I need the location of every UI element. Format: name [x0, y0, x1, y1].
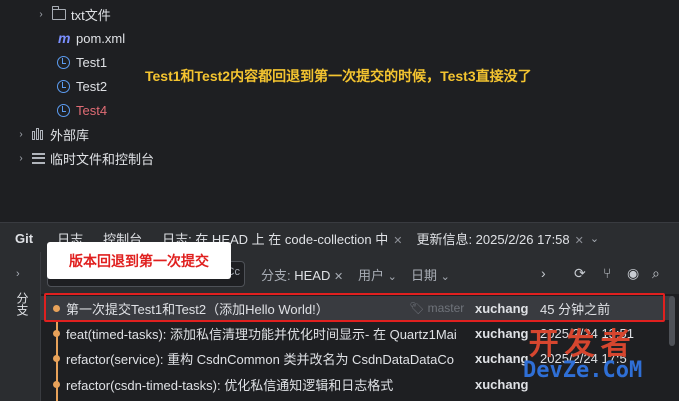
tree-item-txt-folder[interactable]: › txt文件 [36, 3, 111, 25]
commit-message: refactor(service): 重构 CsdnCommon 类并改名为 C… [66, 351, 454, 367]
tree-item-label: Test1 [76, 54, 108, 70]
branches-side-label[interactable]: 分支 [14, 292, 31, 316]
date-filter[interactable]: 日期 ⌄ [411, 265, 450, 284]
tree-item-label: 外部库 [50, 127, 90, 143]
commit-node [53, 329, 60, 337]
maven-icon: m [58, 30, 71, 46]
watermark-cn: 开发者 [528, 328, 637, 361]
branch-filter-value: HEAD [294, 268, 331, 283]
tab-update-info-label: 更新信息: 2025/2/26 17:58 [416, 231, 570, 247]
chevron-down-icon[interactable]: ⌄ [590, 232, 599, 245]
watermark-en: DevZe.CoM [523, 358, 643, 383]
commit-message: refactor(csdn-timed-tasks): 优化私信通知逻辑和日志格… [66, 377, 394, 393]
chevron-right-icon[interactable]: › [16, 153, 26, 164]
chevron-right-icon[interactable]: › [541, 265, 546, 281]
library-icon [32, 128, 45, 140]
tree-item-label: Test2 [76, 78, 108, 94]
close-icon[interactable]: ✕ [334, 271, 343, 283]
cherry-pick-icon[interactable]: ⑂ [603, 265, 611, 281]
scratch-icon [32, 152, 45, 164]
tree-item-pom[interactable]: m pom.xml [58, 27, 125, 49]
annotation-note: Test1和Test2内容都回退到第一次提交的时候，Test3直接没了 [145, 68, 532, 84]
user-filter[interactable]: 用户 ⌄ [358, 265, 397, 284]
annotation-callout: 版本回退到第一次提交 [47, 242, 231, 279]
chevron-right-icon[interactable]: › [16, 268, 20, 280]
search-icon[interactable]: ⌕ [652, 265, 660, 282]
highlight-box [44, 293, 665, 322]
log-scrollbar[interactable] [669, 296, 675, 346]
commit-author: xuchang [475, 376, 529, 392]
test-class-icon [57, 55, 70, 69]
branch-filter[interactable]: 分支: HEAD ✕ [261, 265, 343, 284]
tree-item-label: 临时文件和控制台 [50, 151, 155, 167]
eye-icon[interactable]: ◉ [627, 265, 639, 282]
close-icon[interactable]: ✕ [393, 235, 402, 247]
close-icon[interactable]: ✕ [575, 235, 584, 247]
tree-item-scratches[interactable]: › 临时文件和控制台 [16, 147, 154, 169]
tree-item-label: txt文件 [71, 7, 111, 23]
tree-item-test4[interactable]: Test4 [57, 99, 107, 121]
date-filter-label: 日期 [411, 268, 438, 283]
project-tree: › txt文件 m pom.xml Test1 Test2 Test4 › 外部… [0, 0, 679, 212]
chevron-right-icon[interactable]: › [36, 9, 46, 20]
test-class-icon [57, 103, 70, 117]
watermark-logo: 开发者 DevZe.CoM [523, 330, 642, 382]
branch-filter-label: 分支: [261, 268, 291, 283]
tree-item-label: Test4 [76, 102, 108, 118]
folder-icon [51, 5, 66, 20]
commit-node [53, 380, 60, 388]
tree-item-test2[interactable]: Test2 [57, 75, 107, 97]
user-filter-label: 用户 [358, 268, 385, 283]
commit-message: feat(timed-tasks): 添加私信清理功能并优化时间显示- 在 Qu… [66, 326, 457, 342]
chevron-right-icon[interactable]: › [16, 129, 26, 140]
tree-item-test1[interactable]: Test1 [57, 51, 107, 73]
test-class-icon [57, 79, 70, 93]
branches-strip: › 分支 [0, 252, 41, 401]
tree-item-label: pom.xml [76, 30, 126, 46]
commit-author: xuchang [475, 325, 529, 341]
chevron-down-icon: ⌄ [440, 271, 450, 283]
refresh-icon[interactable]: ⟳ [574, 265, 586, 282]
tab-update-info[interactable]: 更新信息: 2025/2/26 17:58 ✕ [416, 229, 583, 248]
chevron-down-icon: ⌄ [387, 271, 397, 283]
tree-item-external-libs[interactable]: › 外部库 [16, 123, 89, 145]
git-tool-title: Git [15, 230, 34, 246]
commit-node [53, 354, 60, 362]
commit-author: xuchang [475, 350, 529, 366]
